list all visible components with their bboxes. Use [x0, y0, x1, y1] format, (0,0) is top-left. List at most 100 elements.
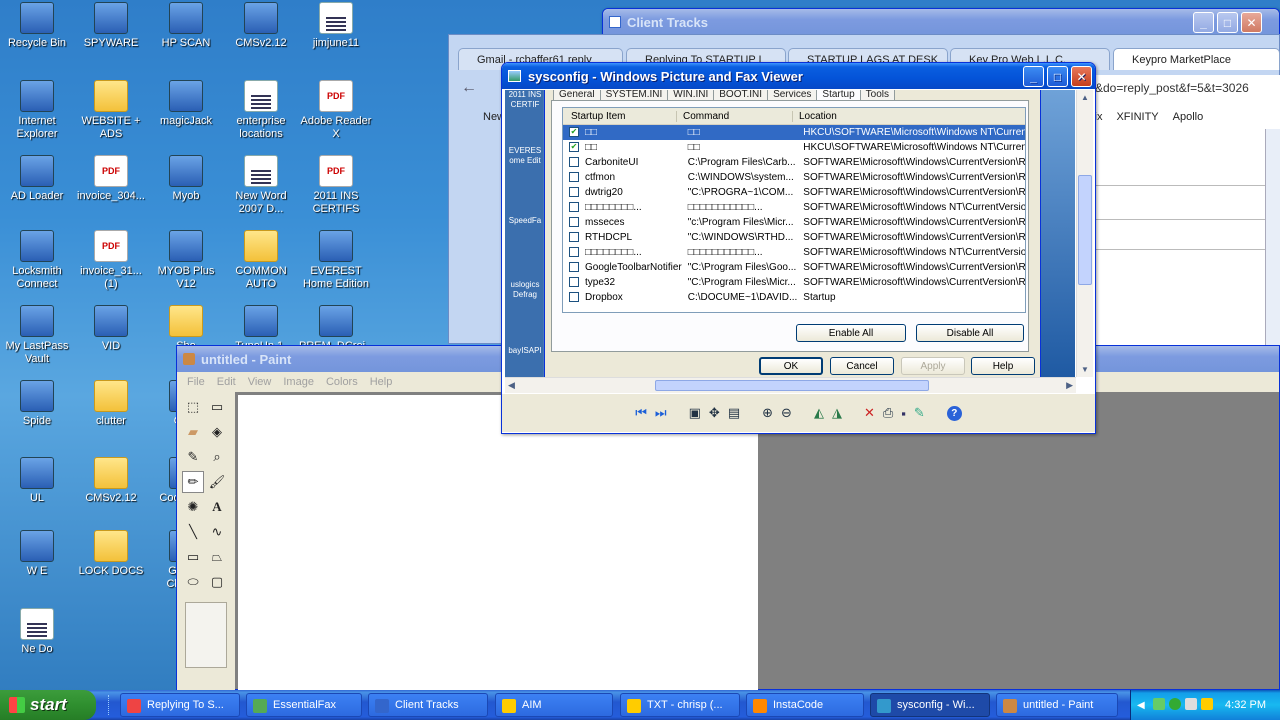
color-picker-icon[interactable]: ✎	[182, 446, 204, 468]
bookmark-apollo[interactable]: Apollo	[1173, 111, 1204, 123]
chrome-address-bar[interactable]: &do=reply_post&f=5&t=3026	[1089, 77, 1280, 99]
taskbar-item[interactable]: AIM	[495, 693, 613, 717]
maximize-button[interactable]: □	[1047, 66, 1068, 87]
paint-canvas[interactable]	[238, 395, 758, 691]
aim-tray-icon[interactable]	[1201, 698, 1213, 710]
startup-checkbox[interactable]	[569, 277, 579, 288]
desktop-icon[interactable]: MYOB Plus V12	[149, 230, 223, 291]
next-image-icon[interactable]: ⏭	[655, 405, 667, 421]
desktop-icon[interactable]: Spide	[0, 380, 74, 428]
menu-view[interactable]: View	[242, 376, 278, 388]
col-location[interactable]: Location	[793, 111, 1025, 122]
client-tracks-titlebar[interactable]: Client Tracks _ □ ✕	[603, 9, 1279, 35]
scroll-right-icon[interactable]: ▶	[1066, 380, 1073, 391]
sysconfig-tab[interactable]: SYSTEM.INI	[599, 90, 669, 100]
slideshow-icon[interactable]: ▤	[728, 405, 740, 421]
zoom-out-icon[interactable]: ⊖	[781, 405, 792, 421]
startup-checkbox[interactable]	[569, 292, 579, 303]
viewer-vscrollbar[interactable]: ▲ ▼	[1076, 90, 1093, 377]
previous-image-icon[interactable]: ⏮	[635, 405, 647, 421]
startup-row[interactable]: msseces "c:\Program Files\Micr... SOFTWARE…	[563, 215, 1025, 230]
taskbar-item[interactable]: sysconfig - Wi...	[870, 693, 990, 717]
minimize-button[interactable]: _	[1023, 66, 1044, 87]
ellipse-tool-icon[interactable]: ⬭	[182, 571, 204, 593]
startup-checkbox[interactable]: ✔	[569, 127, 579, 138]
close-button[interactable]: ✕	[1071, 66, 1092, 87]
edit-icon[interactable]: ✎	[914, 405, 925, 421]
desktop-icon[interactable]: SPYWARE	[74, 2, 148, 50]
free-select-icon[interactable]: ⬚	[182, 396, 204, 418]
hscroll-thumb[interactable]	[655, 380, 929, 391]
minimize-button[interactable]: _	[1193, 12, 1214, 33]
desktop-icon[interactable]: PDF Adobe Reader X	[299, 80, 373, 141]
enable-all-button[interactable]: Enable All	[796, 324, 906, 342]
desktop-icon[interactable]: PDF 2011 INS CERTIFS	[299, 155, 373, 216]
rotate-clockwise-icon[interactable]: ◭	[814, 405, 824, 421]
scroll-left-icon[interactable]: ◀	[508, 380, 515, 391]
desktop-icon[interactable]: magicJack	[149, 80, 223, 128]
rect-select-icon[interactable]: ▭	[206, 396, 228, 418]
sysconfig-tab[interactable]: BOOT.INI	[713, 90, 769, 100]
chrome-tab[interactable]: Keypro MarketPlace	[1113, 48, 1280, 70]
pencil-icon[interactable]: ✏	[182, 471, 204, 493]
cancel-button[interactable]: Cancel	[830, 357, 894, 375]
save-icon[interactable]: ▪	[901, 406, 906, 421]
menu-colors[interactable]: Colors	[320, 376, 364, 388]
startup-row[interactable]: RTHDCPL "C:\WINDOWS\RTHD... SOFTWARE\Micro…	[563, 230, 1025, 245]
scroll-thumb[interactable]	[1078, 175, 1092, 285]
startup-row[interactable]: ✔ □□ □□ HKCU\SOFTWARE\Microsoft\Windows NT\…	[563, 125, 1025, 140]
startup-checkbox[interactable]	[569, 202, 579, 213]
desktop-icon[interactable]: enterprise locations	[224, 80, 298, 141]
desktop-icon[interactable]: PDF invoice_304...	[74, 155, 148, 203]
best-fit-icon[interactable]: ▣	[689, 405, 701, 421]
taskbar-item[interactable]: untitled - Paint	[996, 693, 1118, 717]
startup-row[interactable]: □□□□□□□□... □□□□□□□□□□□... SOFTWARE\Micros…	[563, 200, 1025, 215]
startup-row[interactable]: ✔ □□ □□ HKCU\SOFTWARE\Microsoft\Windows NT\…	[563, 140, 1025, 155]
help-button[interactable]: Help	[971, 357, 1035, 375]
line-tool-icon[interactable]: ╲	[182, 521, 204, 543]
col-startup-item[interactable]: Startup Item	[563, 110, 677, 122]
curve-tool-icon[interactable]: ∿	[206, 521, 228, 543]
print-icon[interactable]: ⎙	[883, 405, 893, 421]
eraser-icon[interactable]: ▰	[182, 421, 204, 443]
desktop-icon[interactable]: HP SCAN	[149, 2, 223, 50]
startup-checkbox[interactable]: ✔	[569, 142, 579, 153]
desktop-icon[interactable]: COMMON AUTO	[224, 230, 298, 291]
bookmark-xfinity[interactable]: XFINITY	[1116, 111, 1158, 123]
tray-icons[interactable]	[1153, 698, 1223, 712]
startup-row[interactable]: type32 "C:\Program Files\Micr... SOFTWARE\…	[563, 275, 1025, 290]
desktop-icon[interactable]: New Word 2007 D...	[224, 155, 298, 216]
start-button[interactable]: start	[0, 690, 96, 720]
clock[interactable]: 4:32 PM	[1225, 699, 1266, 711]
desktop-icon[interactable]: Internet Explorer	[0, 80, 74, 141]
security-icon[interactable]	[1185, 698, 1197, 710]
startup-row[interactable]: Dropbox C:\DOCUME~1\DAVID... Startup	[563, 290, 1025, 305]
sysconfig-tab[interactable]: General	[553, 90, 601, 100]
startup-checkbox[interactable]	[569, 247, 579, 258]
taskbar-item[interactable]: Client Tracks	[368, 693, 488, 717]
startup-checkbox[interactable]	[569, 217, 579, 228]
startup-checkbox[interactable]	[569, 232, 579, 243]
menu-help[interactable]: Help	[364, 376, 399, 388]
desktop-icon[interactable]: Ne Do	[0, 608, 74, 656]
startup-row[interactable]: GoogleToolbarNotifier "C:\Program Files\G…	[563, 260, 1025, 275]
startup-row[interactable]: CarboniteUI C:\Program Files\Carb... SOFTW…	[563, 155, 1025, 170]
maximize-button[interactable]: □	[1217, 12, 1238, 33]
col-command[interactable]: Command	[677, 110, 793, 122]
scroll-down-icon[interactable]: ▼	[1077, 362, 1093, 377]
tray-arrow-icon[interactable]: ◀	[1137, 700, 1145, 711]
sysconfig-tab[interactable]: Services	[767, 90, 818, 100]
shield-icon[interactable]	[1169, 698, 1181, 710]
brush-icon[interactable]: 🖌	[206, 471, 228, 493]
text-tool-icon[interactable]: A	[206, 496, 228, 518]
sysconfig-tab[interactable]: Startup	[816, 90, 861, 100]
chrome-scrollbar[interactable]	[1265, 129, 1280, 345]
sysconfig-tab[interactable]: Tools	[859, 90, 896, 100]
startup-row[interactable]: □□□□□□□□... □□□□□□□□□□□... SOFTWARE\Micros…	[563, 245, 1025, 260]
desktop-icon[interactable]: WEBSITE + ADS	[74, 80, 148, 141]
desktop-icon[interactable]: W E	[0, 530, 74, 578]
desktop-icon[interactable]: My LastPass Vault	[0, 305, 74, 366]
zoom-in-icon[interactable]: ⊕	[762, 405, 773, 421]
viewer-titlebar[interactable]: sysconfig - Windows Picture and Fax View…	[502, 63, 1095, 89]
startup-row[interactable]: ctfmon C:\WINDOWS\system... SOFTWARE\Micro…	[563, 170, 1025, 185]
